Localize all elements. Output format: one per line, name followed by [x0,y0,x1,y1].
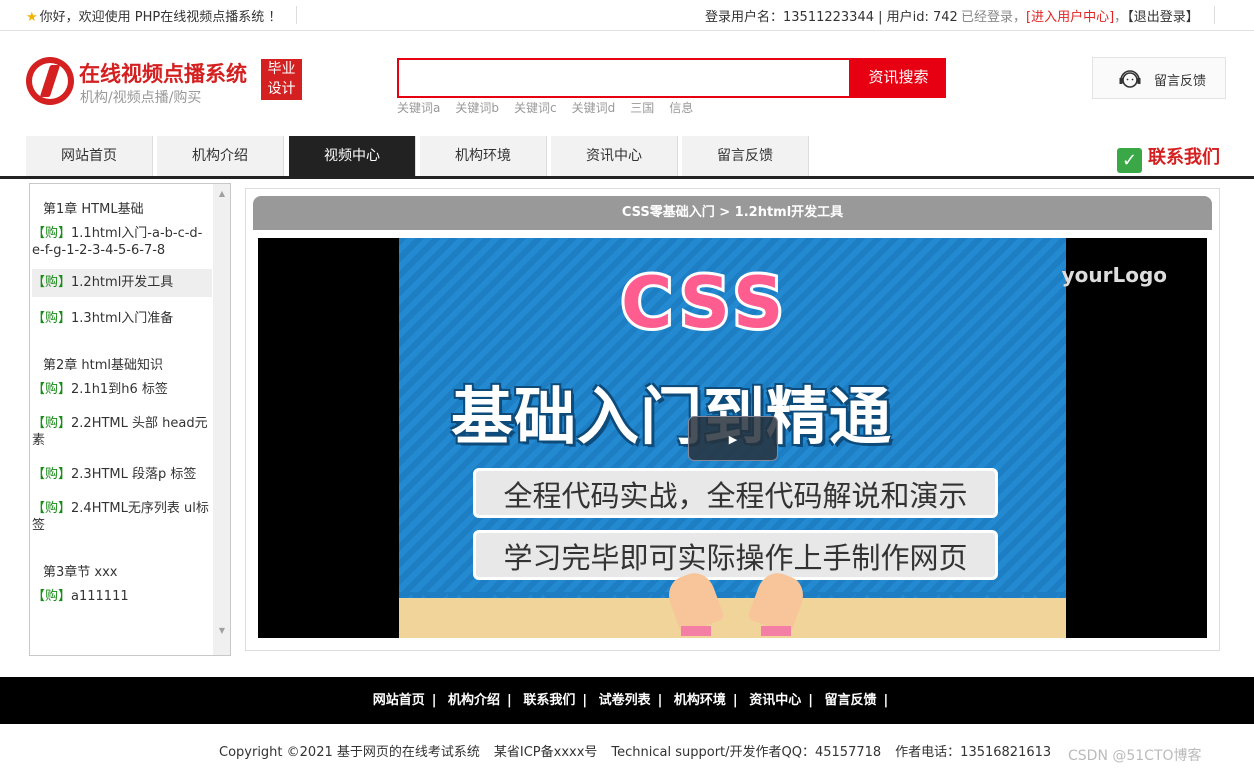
lesson-item[interactable]: 【购】2.3HTML 段落p 标签 [32,466,212,483]
logout-link[interactable]: 【退出登录】 [1127,10,1199,25]
footer-link[interactable]: 网站首页 [373,693,425,708]
keyword-link[interactable]: 关键词d [572,101,616,115]
lesson-item[interactable]: 【购】2.4HTML无序列表 ul标签 [32,500,212,534]
nav-item-video-center[interactable]: 视频中心 [289,136,416,177]
video-player[interactable]: CSS 基础入门到精通 全程代码实战，全程代码解说和演示 学习完毕即可实际操作上… [258,238,1207,638]
video-breadcrumb: CSS零基础入门 > 1.2html开发工具 [253,196,1212,230]
headset-icon [1119,70,1141,88]
footer-link[interactable]: 留言反馈 [825,693,877,708]
buy-tag: 【购】 [32,416,72,431]
divider [1214,6,1215,24]
check-icon: ✓ [1117,148,1142,173]
cuff-illustration [761,626,791,636]
site-title[interactable]: 在线视频点播系统 [79,58,247,88]
lesson-item[interactable]: 【购】2.1h1到h6 标签 [32,381,212,398]
play-icon[interactable]: ▶ [688,416,778,461]
contact-label: 联系我们 [1148,147,1220,168]
keyword-link[interactable]: 关键词c [514,101,557,115]
footer-copyright: Copyright ©2021 基于网页的在线考试系统 某省ICP备xxxx号 Te… [219,741,1065,760]
buy-tag: 【购】 [32,589,72,604]
keyword-link[interactable]: 三国 [630,101,654,115]
footer-link[interactable]: 资讯中心 [749,693,801,708]
top-bar: ★ 你好，欢迎使用 PHP在线视频点播系统 ！ 登录用户名：13511223344… [0,0,1254,31]
cuff-illustration [681,626,711,636]
site-subtitle: 机构/视频点播/购买 [80,90,202,106]
lesson-item[interactable]: 【购】a111111 [32,588,212,605]
buy-tag: 【购】 [32,501,72,516]
graduation-badge: 毕业 设计 [261,59,302,100]
video-watermark-logo: yourLogo [1061,263,1167,287]
lesson-item[interactable]: 【购】1.1html入门-a-b-c-d-e-f-g-1-2-3-4-5-6-7… [32,225,212,259]
search-input[interactable] [397,58,851,98]
hot-keywords: 关键词a 关键词b 关键词c 关键词d 三国 信息 [397,99,708,116]
feedback-label: 留言反馈 [1154,74,1207,89]
scroll-down-icon[interactable]: ▼ [219,626,225,635]
lesson-item-active[interactable]: 【购】1.2html开发工具 [32,269,212,297]
user-center-link[interactable]: [进入用户中心] [1026,10,1114,25]
chapter-title: 第2章 html基础知识 [43,358,164,373]
footer-link[interactable]: 机构介绍 [448,693,500,708]
footer-link[interactable]: 联系我们 [523,693,575,708]
nav-item-home[interactable]: 网站首页 [26,136,153,177]
icp-text: 某省ICP备xxxx号 [493,745,598,760]
comma-text: ， [1114,10,1128,25]
footer-link[interactable]: 试卷列表 [599,693,651,708]
support-text: Technical support/开发作者QQ：45157718 [611,745,882,760]
badge-line-1: 毕业 [267,61,296,77]
nav-item-news[interactable]: 资讯中心 [551,136,678,177]
nav-item-environment[interactable]: 机构环境 [420,136,547,177]
contact-us-link[interactable]: ✓ 联系我们 [1117,143,1220,173]
nav-underline [0,176,1254,179]
lesson-name: a111111 [71,589,129,604]
site-logo-icon[interactable] [26,57,74,105]
csdn-watermark: CSDN @51CTO博客 [1068,748,1202,764]
user-info: 登录用户名：13511223344 | 用户id: 742 [705,10,958,25]
scroll-up-icon[interactable]: ▲ [219,189,225,198]
nav-item-feedback[interactable]: 留言反馈 [682,136,809,177]
lesson-item[interactable]: 【购】2.2HTML 头部 head元素 [32,415,212,449]
keyword-link[interactable]: 关键词a [397,101,440,115]
nav-item-about[interactable]: 机构介绍 [157,136,284,177]
keyword-link[interactable]: 关键词b [455,101,499,115]
poster-line-1: 全程代码实战，全程代码解说和演示 [473,468,998,518]
welcome-message: ★ 你好，欢迎使用 PHP在线视频点播系统 ！ [26,6,281,25]
buy-tag: 【购】 [32,467,72,482]
lesson-name: 2.1h1到h6 标签 [71,382,168,397]
star-icon: ★ [26,10,38,25]
login-state: 已经登录，[进入用户中心]，【退出登录】 [961,6,1199,25]
buy-tag: 【购】 [32,311,72,326]
footer-link[interactable]: 机构环境 [674,693,726,708]
copyright-text: Copyright ©2021 基于网页的在线考试系统 [219,745,480,760]
buy-tag: 【购】 [32,275,72,290]
chapter-title: 第1章 HTML基础 [43,202,144,217]
sidebar-scrollbar[interactable]: ▲ ▼ [213,184,230,655]
login-state-text: 已经登录， [961,10,1027,25]
buy-tag: 【购】 [32,382,72,397]
footer-nav: 网站首页 | 机构介绍 | 联系我们 | 试卷列表 | 机构环境 | 资讯中心 | 留言反馈… [0,677,1254,724]
welcome-text: 你好，欢迎使用 PHP在线视频点播系统 ！ [39,10,282,25]
poster-line-2: 学习完毕即可实际操作上手制作网页 [473,530,998,580]
lesson-name: 2.3HTML 段落p 标签 [71,467,197,482]
chapter-title: 第3章节 xxx [43,565,118,580]
poster-title: CSS [618,259,790,347]
phone-text: 作者电话：13516821613 [895,745,1052,760]
search-button[interactable]: 资讯搜索 [851,58,946,98]
feedback-button[interactable]: 留言反馈 [1092,57,1226,99]
poster-headline: 基础入门到精通 [451,380,893,453]
buy-tag: 【购】 [32,226,72,241]
lesson-name: 1.3html入门准备 [71,311,174,326]
lesson-sidebar[interactable]: 第1章 HTML基础 【购】1.1html入门-a-b-c-d-e-f-g-1-… [29,183,231,656]
badge-line-2: 设计 [267,81,296,97]
poster-ground [399,598,1066,638]
keyword-link[interactable]: 信息 [669,101,693,115]
lesson-name: 1.2html开发工具 [71,275,174,290]
lesson-item[interactable]: 【购】1.3html入门准备 [32,310,212,327]
divider [296,6,297,24]
